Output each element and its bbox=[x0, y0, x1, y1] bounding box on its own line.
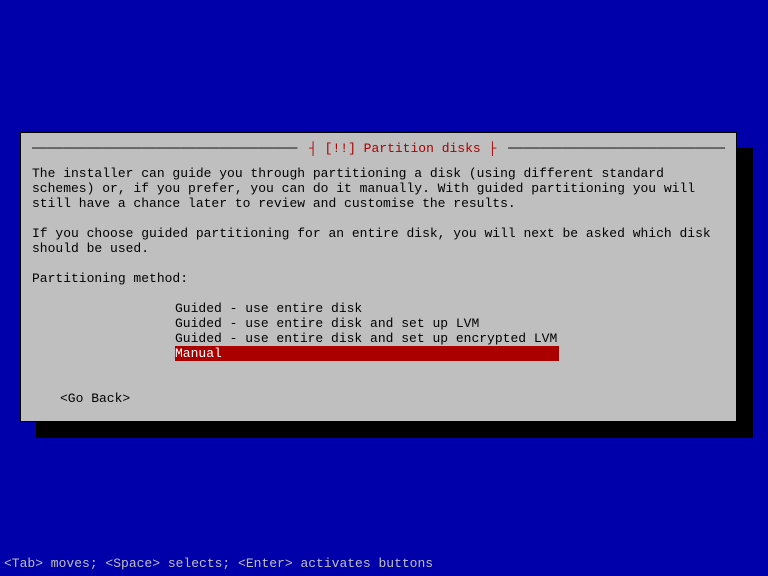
dialog-para2: If you choose guided partitioning for an… bbox=[32, 226, 725, 256]
option-guided-encrypted-lvm[interactable]: Guided - use entire disk and set up encr… bbox=[175, 331, 725, 346]
method-label: Partitioning method: bbox=[32, 271, 725, 286]
partition-dialog: ────────────────────────────────── ┤ [!!… bbox=[20, 132, 737, 422]
option-manual[interactable]: Manual bbox=[175, 346, 559, 361]
dialog-title: ┤ [!!] Partition disks ├ bbox=[305, 141, 500, 156]
go-back-button[interactable]: <Go Back> bbox=[60, 391, 725, 406]
help-bar: <Tab> moves; <Space> selects; <Enter> ac… bbox=[0, 556, 768, 576]
dialog-para1: The installer can guide you through part… bbox=[32, 166, 725, 211]
installer-screen: ────────────────────────────────── ┤ [!!… bbox=[0, 0, 768, 576]
rule-left: ────────────────────────────────── bbox=[32, 141, 297, 156]
option-guided-entire[interactable]: Guided - use entire disk bbox=[175, 301, 725, 316]
partition-method-list: Guided - use entire disk Guided - use en… bbox=[175, 301, 725, 361]
option-guided-lvm[interactable]: Guided - use entire disk and set up LVM bbox=[175, 316, 725, 331]
rule-right: ────────────────────────────────── bbox=[508, 141, 725, 156]
dialog-title-row: ────────────────────────────────── ┤ [!!… bbox=[32, 141, 725, 156]
